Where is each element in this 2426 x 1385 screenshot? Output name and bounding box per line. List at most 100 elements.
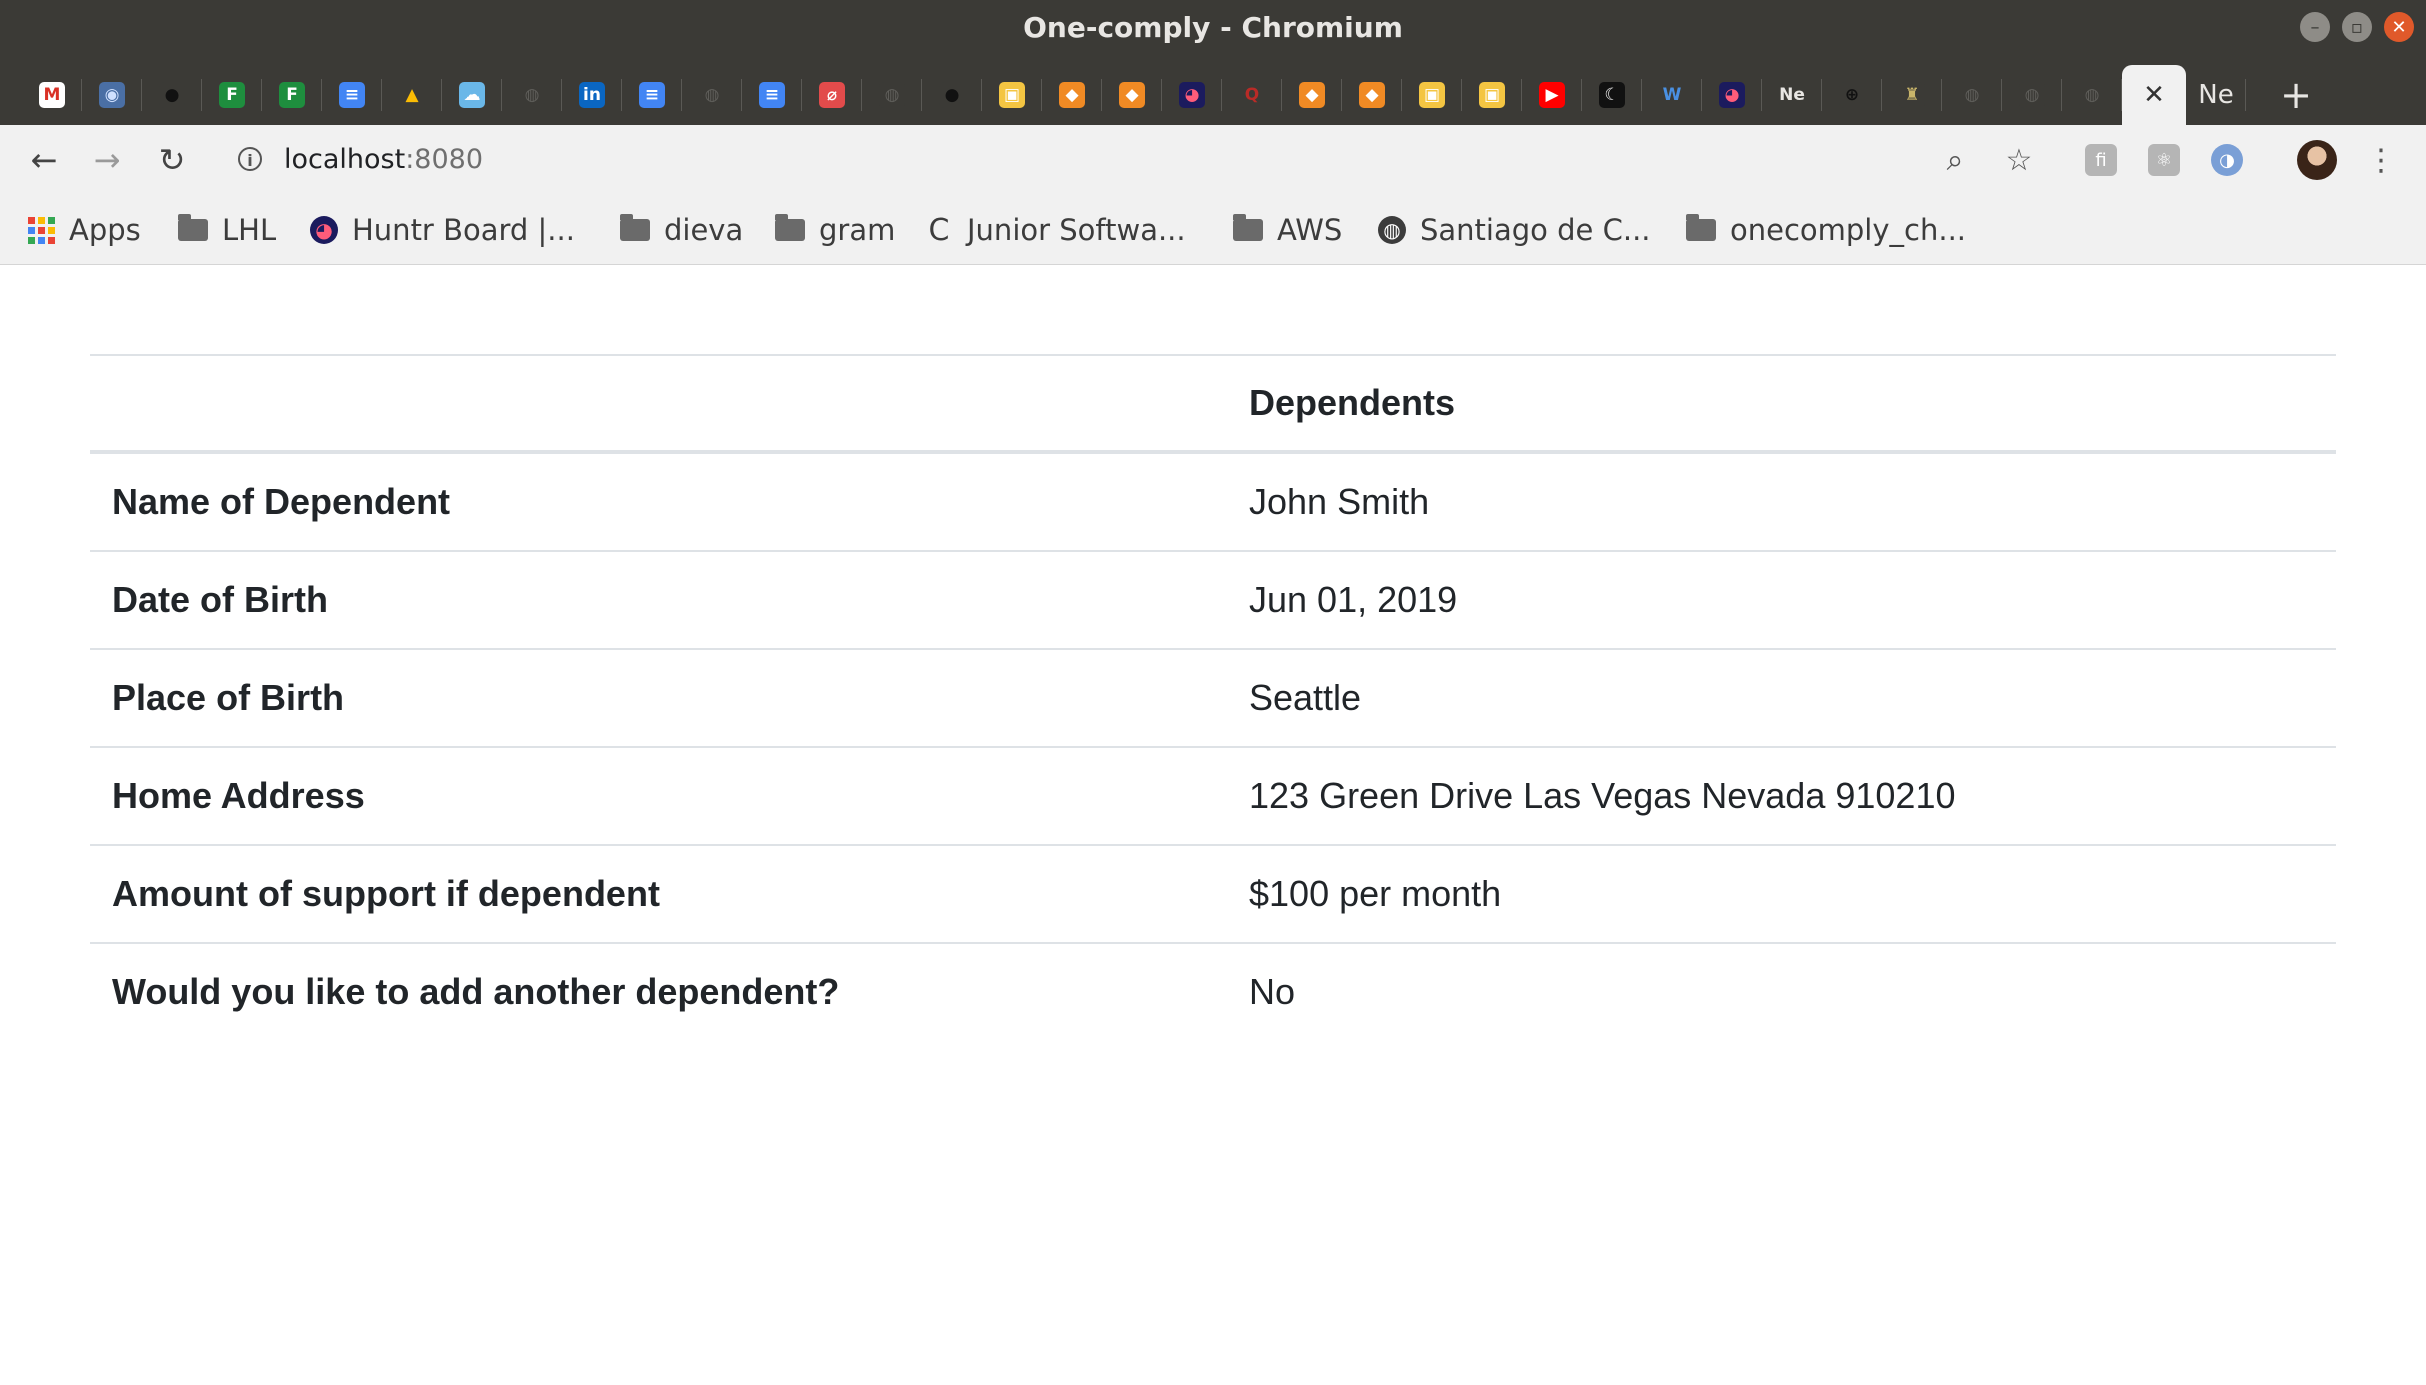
tab-sheets[interactable]: F — [262, 65, 322, 125]
row-label: Amount of support if dependent — [90, 844, 1227, 943]
tab-gmail[interactable]: M — [22, 65, 82, 125]
info-icon[interactable]: i — [238, 147, 262, 171]
url-text[interactable]: localhost:8080 — [284, 135, 483, 185]
bookmark-label: dieva — [664, 213, 744, 247]
row-label: Place of Birth — [90, 648, 1227, 747]
tab-github[interactable]: ● — [922, 65, 982, 125]
package-icon: ▣ — [1479, 82, 1505, 108]
back-button[interactable]: ← — [20, 136, 68, 184]
tab-globe[interactable]: ◍ — [682, 65, 742, 125]
moon-icon: ☾ — [1599, 82, 1625, 108]
tab-headset[interactable]: W — [1642, 65, 1702, 125]
tab-youtube[interactable]: ▶ — [1522, 65, 1582, 125]
tab-github[interactable]: ● — [142, 65, 202, 125]
reload-button[interactable]: ↻ — [148, 136, 196, 184]
tab-box[interactable]: ◆ — [1282, 65, 1342, 125]
folder-icon — [1233, 214, 1263, 241]
tab-notion[interactable]: Ne — [1762, 65, 1822, 125]
tab-active[interactable]: ✕ — [2122, 65, 2186, 125]
tab-moon[interactable]: ☾ — [1582, 65, 1642, 125]
globe-icon: ◍ — [1378, 216, 1406, 244]
close-window-button[interactable]: ✕ — [2384, 12, 2414, 42]
bookmark-folder[interactable]: onecomply_ch... — [1686, 195, 1966, 265]
bookmark-label: AWS — [1277, 213, 1343, 247]
bookmark-folder[interactable]: AWS — [1233, 195, 1342, 265]
tab-globe[interactable]: ◍ — [502, 65, 562, 125]
github-icon: ● — [159, 82, 185, 108]
tab-package[interactable]: ▣ — [1402, 65, 1462, 125]
globe-icon: ◍ — [2019, 82, 2045, 108]
minimize-button[interactable]: – — [2300, 12, 2330, 42]
box-icon: ◆ — [1059, 82, 1085, 108]
bookmark-apps[interactable]: Apps — [28, 195, 141, 265]
bookmark-star-icon[interactable]: ☆ — [1998, 139, 2040, 181]
tab-huntr[interactable]: ◕ — [1162, 65, 1222, 125]
huntr-icon: ◕ — [1179, 82, 1205, 108]
row-value: John Smith — [1227, 451, 2336, 551]
box-icon: ◆ — [1359, 82, 1385, 108]
tab-globe[interactable]: ◍ — [2062, 65, 2122, 125]
tab-strip: M ◉ ● F F ≡ ▲ ☁ ◍ in ≡ ◍ ≡ ⌀ ◍ ● ▣ ◆ ◆ ◕ Q ◆ ◆ ▣ ▣ ▶ ☾ W ◕ Ne ⊕ ♜ ◍ ◍ ◍ ✕ … — [0, 55, 2426, 125]
forward-button[interactable]: → — [83, 136, 131, 184]
extension-icon[interactable]: ◑ — [2206, 139, 2248, 181]
tab-cloud[interactable]: ☁ — [442, 65, 502, 125]
tab-bottle[interactable]: ♜ — [1882, 65, 1942, 125]
notion-icon: Ne — [1779, 82, 1805, 108]
bookmark-folder[interactable]: gram — [775, 195, 895, 265]
tab-list: M ◉ ● F F ≡ ▲ ☁ ◍ in ≡ ◍ ≡ ⌀ ◍ ● ▣ ◆ ◆ ◕ Q ◆ ◆ ▣ ▣ ▶ ☾ W ◕ Ne ⊕ ♜ ◍ ◍ ◍ ✕ … — [22, 65, 2246, 125]
table-row: Place of Birth Seattle — [90, 648, 2336, 747]
tab-box[interactable]: ◆ — [1102, 65, 1162, 125]
tab-drive[interactable]: ▲ — [382, 65, 442, 125]
tab-notion[interactable]: Ne — [2186, 65, 2246, 125]
bookmark-label: Junior Softwa... — [967, 213, 1186, 247]
tab-devtools[interactable]: ◉ — [82, 65, 142, 125]
tab-target[interactable]: ⊕ — [1822, 65, 1882, 125]
bookmark-site[interactable]: C Junior Softwa... — [925, 195, 1186, 265]
maximize-button[interactable]: ▫ — [2342, 12, 2372, 42]
tab-docs[interactable]: ≡ — [742, 65, 802, 125]
gmail-icon: M — [39, 82, 65, 108]
folder-icon — [775, 214, 805, 241]
extension-icon[interactable]: fi — [2080, 139, 2122, 181]
globe-icon: ◍ — [879, 82, 905, 108]
tab-scribe[interactable]: ⌀ — [802, 65, 862, 125]
zoom-icon[interactable]: ⌕ — [1934, 139, 1976, 181]
bookmark-site[interactable]: ◍ Santiago de C... — [1378, 195, 1651, 265]
table-header-empty — [90, 354, 1227, 454]
tab-huntr[interactable]: ◕ — [1702, 65, 1762, 125]
scribe-icon: ⌀ — [819, 82, 845, 108]
tab-package[interactable]: ▣ — [982, 65, 1042, 125]
bottle-icon: ♜ — [1899, 82, 1925, 108]
tab-sheets[interactable]: F — [202, 65, 262, 125]
tab-linkedin[interactable]: in — [562, 65, 622, 125]
new-tab-button[interactable]: + — [2268, 67, 2324, 123]
tab-globe[interactable]: ◍ — [862, 65, 922, 125]
tab-box[interactable]: ◆ — [1342, 65, 1402, 125]
globe-icon: ◍ — [519, 82, 545, 108]
menu-button[interactable]: ⋮ — [2360, 139, 2402, 181]
target-icon: ⊕ — [1839, 82, 1865, 108]
apps-grid-icon — [28, 216, 55, 244]
tab-box[interactable]: ◆ — [1042, 65, 1102, 125]
close-tab-icon[interactable]: ✕ — [2143, 80, 2165, 110]
sheets-icon: F — [219, 82, 245, 108]
bookmark-site[interactable]: ◕ Huntr Board |... — [310, 195, 575, 265]
table-row: Would you like to add another dependent?… — [90, 942, 2336, 1040]
table-row: Name of Dependent John Smith — [90, 451, 2336, 551]
row-value: Seattle — [1227, 648, 2336, 747]
c-icon: C — [928, 212, 950, 248]
tab-quora[interactable]: Q — [1222, 65, 1282, 125]
tab-globe[interactable]: ◍ — [1942, 65, 2002, 125]
react-devtools-icon[interactable]: ⚛ — [2143, 139, 2185, 181]
profile-avatar[interactable] — [2296, 139, 2338, 181]
tab-docs[interactable]: ≡ — [322, 65, 382, 125]
address-bar[interactable]: i localhost:8080 — [222, 135, 2052, 185]
tab-globe[interactable]: ◍ — [2002, 65, 2062, 125]
row-label: Name of Dependent — [90, 451, 1227, 551]
tab-docs[interactable]: ≡ — [622, 65, 682, 125]
table-row: Home Address 123 Green Drive Las Vegas Ne… — [90, 746, 2336, 845]
tab-package[interactable]: ▣ — [1462, 65, 1522, 125]
bookmark-folder[interactable]: dieva — [620, 195, 743, 265]
huntr-icon: ◕ — [1719, 82, 1745, 108]
bookmark-folder[interactable]: LHL — [178, 195, 276, 265]
